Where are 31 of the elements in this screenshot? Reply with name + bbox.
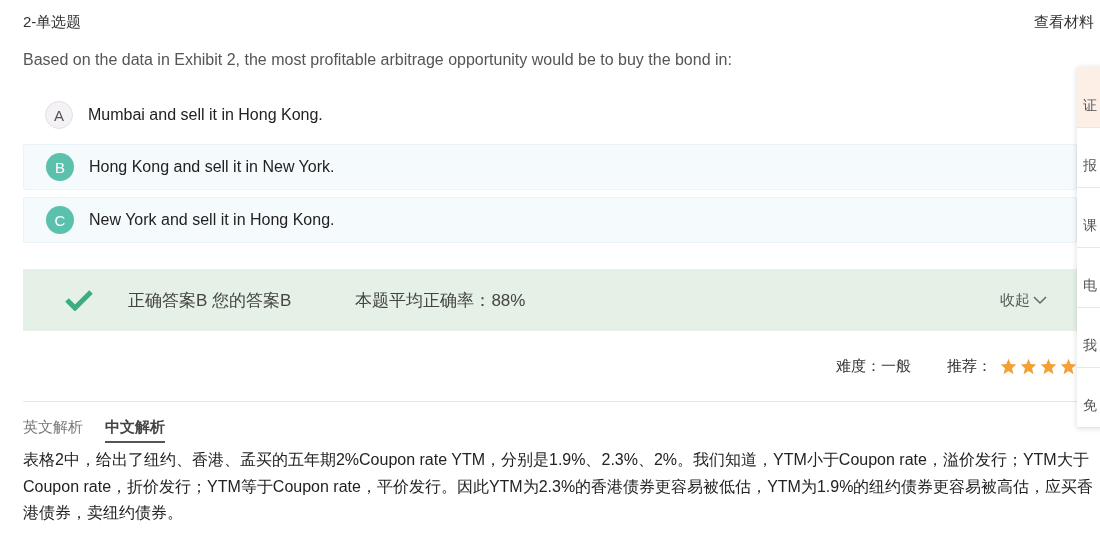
option-text: New York and sell it in Hong Kong.: [89, 211, 335, 229]
star-icon: [1040, 357, 1057, 375]
difficulty-label: 难度：一般: [836, 356, 911, 376]
collapse-button[interactable]: 收起: [1000, 290, 1047, 310]
question-type: 2-单选题: [23, 12, 82, 32]
analysis-text: 表格2中，给出了纽约、香港、孟买的五年期2%Coupon rate YTM，分别是1.9%、2.3%、2%。我们知道，YTM小于Coupon rate，溢价发行；YTM大于Coupon rate，折价发行；YTM等于Coupon rate，平价发行。因此YTM为2.3%的香港债券更容易被低估，YTM为1.9%的纽约债券更容易被高估，应买香港债券，卖纽约债券。: [23, 450, 1094, 523]
option-text: Mumbai and sell it in Hong Kong.: [88, 106, 323, 124]
side-panel-item[interactable]: 证: [1077, 68, 1100, 128]
recommend-label: 推荐：: [947, 356, 992, 376]
analysis-tab[interactable]: 英文解析: [23, 418, 83, 443]
answer-option[interactable]: C New York and sell it in Hong Kong.: [23, 197, 1077, 243]
answer-option[interactable]: B Hong Kong and sell it in New York.: [23, 144, 1077, 190]
star-icon: [1000, 357, 1017, 375]
side-panel-item[interactable]: 免: [1077, 368, 1100, 428]
option-text: Hong Kong and sell it in New York.: [89, 158, 335, 176]
view-material-link[interactable]: 查看材料: [1034, 12, 1094, 32]
option-letter: C: [46, 206, 74, 234]
option-letter: A: [45, 101, 73, 129]
chevron-down-icon: [1033, 295, 1047, 305]
side-panel-item[interactable]: 我: [1077, 308, 1100, 368]
side-panel-item[interactable]: 电: [1077, 248, 1100, 308]
question-text: Based on the data in Exhibit 2, the most profitable arbitrage opportunity would be to buy the bond in:: [23, 51, 733, 69]
side-panel-item[interactable]: 报: [1077, 128, 1100, 188]
star-icon: [1060, 357, 1077, 375]
accuracy-rate: 本题平均正确率：88%: [355, 289, 526, 312]
option-letter: B: [46, 153, 74, 181]
answer-option[interactable]: A Mumbai and sell it in Hong Kong.: [23, 93, 1077, 137]
analysis-tab[interactable]: 中文解析: [105, 418, 165, 443]
side-panel-item[interactable]: 课: [1077, 188, 1100, 248]
answer-summary: 正确答案B 您的答案B: [128, 289, 292, 312]
star-icon: [1020, 357, 1037, 375]
